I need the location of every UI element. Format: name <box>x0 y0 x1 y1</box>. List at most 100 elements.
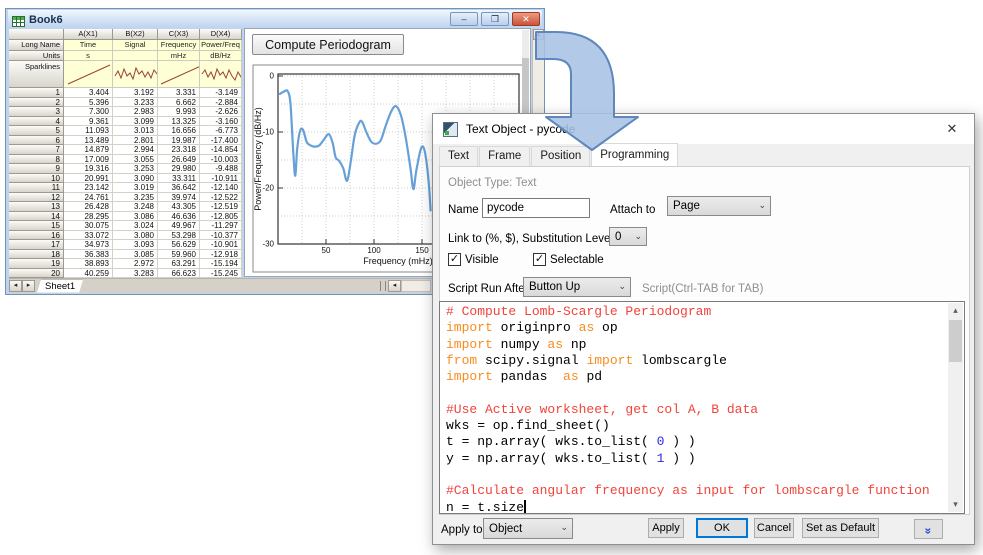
hscroll-track[interactable] <box>401 280 431 292</box>
data-cell[interactable]: 3.192 <box>113 88 158 98</box>
tab-frame[interactable]: Frame <box>479 146 530 166</box>
data-cell[interactable]: 13.325 <box>158 117 200 127</box>
data-cell[interactable]: 56.629 <box>158 240 200 250</box>
dialog-close-icon[interactable]: ✕ <box>942 120 962 138</box>
row-header[interactable]: 10 <box>9 174 64 184</box>
scrollbar-splitter[interactable] <box>380 281 386 291</box>
data-cell[interactable]: -10.901 <box>200 240 242 250</box>
row-header[interactable]: 14 <box>9 212 64 222</box>
units-cell[interactable]: s <box>64 51 113 61</box>
data-cell[interactable]: 3.055 <box>113 155 158 165</box>
data-cell[interactable]: 20.991 <box>64 174 113 184</box>
data-cell[interactable]: 3.331 <box>158 88 200 98</box>
data-cell[interactable]: 5.396 <box>64 98 113 108</box>
row-header[interactable]: 1 <box>9 88 64 98</box>
data-cell[interactable]: -2.884 <box>200 98 242 108</box>
data-cell[interactable]: -12.522 <box>200 193 242 203</box>
scroll-down-icon[interactable]: ▾ <box>948 497 963 512</box>
data-cell[interactable]: 3.090 <box>113 174 158 184</box>
long-name-cell[interactable]: Frequency <box>158 40 200 51</box>
data-cell[interactable]: 14.879 <box>64 145 113 155</box>
long-name-cell[interactable]: Power/Freq <box>200 40 242 51</box>
row-header[interactable]: 12 <box>9 193 64 203</box>
data-cell[interactable]: 3.080 <box>113 231 158 241</box>
row-header[interactable]: 17 <box>9 240 64 250</box>
data-cell[interactable]: 2.994 <box>113 145 158 155</box>
data-cell[interactable]: 3.086 <box>113 212 158 222</box>
row-header[interactable]: 2 <box>9 98 64 108</box>
apply-button[interactable]: Apply <box>648 518 684 538</box>
data-cell[interactable]: 6.662 <box>158 98 200 108</box>
close-button[interactable]: ✕ <box>512 12 540 26</box>
data-cell[interactable]: 3.283 <box>113 269 158 279</box>
book-titlebar[interactable]: Book6 – ❐ ✕ <box>8 10 542 29</box>
data-cell[interactable]: 3.099 <box>113 117 158 127</box>
data-cell[interactable]: -15.245 <box>200 269 242 279</box>
data-cell[interactable]: -9.488 <box>200 164 242 174</box>
data-cell[interactable]: 19.316 <box>64 164 113 174</box>
column-header[interactable]: C(X3) <box>158 29 200 40</box>
attach-to-select[interactable]: Page ⌄ <box>667 196 771 216</box>
row-header[interactable]: 8 <box>9 155 64 165</box>
tab-position[interactable]: Position <box>531 146 590 166</box>
tab-text[interactable]: Text <box>439 146 478 166</box>
cancel-button[interactable]: Cancel <box>754 518 794 538</box>
set-as-default-button[interactable]: Set as Default <box>802 518 879 538</box>
data-cell[interactable]: 9.361 <box>64 117 113 127</box>
data-cell[interactable]: 9.993 <box>158 107 200 117</box>
data-cell[interactable]: 2.983 <box>113 107 158 117</box>
data-cell[interactable]: 46.636 <box>158 212 200 222</box>
compute-periodogram-button[interactable]: Compute Periodogram <box>252 34 404 55</box>
data-cell[interactable]: -3.160 <box>200 117 242 127</box>
data-cell[interactable]: 26.649 <box>158 155 200 165</box>
data-cell[interactable]: 33.072 <box>64 231 113 241</box>
tab-programming[interactable]: Programming <box>591 143 678 166</box>
data-cell[interactable]: 33.311 <box>158 174 200 184</box>
data-cell[interactable]: -12.805 <box>200 212 242 222</box>
row-header[interactable]: 13 <box>9 202 64 212</box>
data-cell[interactable]: -2.626 <box>200 107 242 117</box>
graph-scrollbar-thumb[interactable] <box>522 58 529 113</box>
row-header[interactable]: 16 <box>9 231 64 241</box>
data-cell[interactable]: 17.009 <box>64 155 113 165</box>
data-cell[interactable]: 30.075 <box>64 221 113 231</box>
row-header[interactable]: 5 <box>9 126 64 136</box>
restore-button[interactable]: ❐ <box>481 12 509 26</box>
data-cell[interactable]: 39.974 <box>158 193 200 203</box>
data-cell[interactable]: -12.918 <box>200 250 242 260</box>
data-cell[interactable]: 11.093 <box>64 126 113 136</box>
dialog-titlebar[interactable]: Text Object - pycode ✕ <box>433 114 974 144</box>
scroll-up-icon[interactable]: ▴ <box>948 303 963 318</box>
editor-scrollbar[interactable]: ▴ ▾ <box>948 303 963 512</box>
data-cell[interactable]: 7.300 <box>64 107 113 117</box>
sparkline-cell[interactable] <box>158 61 200 88</box>
data-cell[interactable]: 28.295 <box>64 212 113 222</box>
data-cell[interactable]: 3.024 <box>113 221 158 231</box>
data-cell[interactable]: 16.656 <box>158 126 200 136</box>
data-cell[interactable]: -10.003 <box>200 155 242 165</box>
row-header[interactable]: 20 <box>9 269 64 279</box>
row-header[interactable]: 15 <box>9 221 64 231</box>
ok-button[interactable]: OK <box>696 518 748 538</box>
data-cell[interactable]: 59.960 <box>158 250 200 260</box>
data-cell[interactable]: 2.801 <box>113 136 158 146</box>
sparkline-cell[interactable] <box>64 61 113 88</box>
data-cell[interactable]: 3.404 <box>64 88 113 98</box>
long-name-cell[interactable]: Signal <box>113 40 158 51</box>
sparkline-cell[interactable] <box>113 61 158 88</box>
row-header[interactable]: 3 <box>9 107 64 117</box>
data-cell[interactable]: 13.489 <box>64 136 113 146</box>
data-cell[interactable]: 29.980 <box>158 164 200 174</box>
script-run-after-select[interactable]: Button Up ⌄ <box>523 277 631 297</box>
column-header[interactable]: B(X2) <box>113 29 158 40</box>
data-cell[interactable]: 40.259 <box>64 269 113 279</box>
row-header[interactable]: 6 <box>9 136 64 146</box>
data-cell[interactable]: 23.318 <box>158 145 200 155</box>
data-cell[interactable]: -15.194 <box>200 259 242 269</box>
expand-button[interactable]: » <box>914 519 943 539</box>
visible-checkbox[interactable]: ✓ <box>448 253 461 266</box>
data-cell[interactable]: -17.400 <box>200 136 242 146</box>
row-header[interactable]: 7 <box>9 145 64 155</box>
data-cell[interactable]: 43.305 <box>158 202 200 212</box>
data-cell[interactable]: -10.911 <box>200 174 242 184</box>
